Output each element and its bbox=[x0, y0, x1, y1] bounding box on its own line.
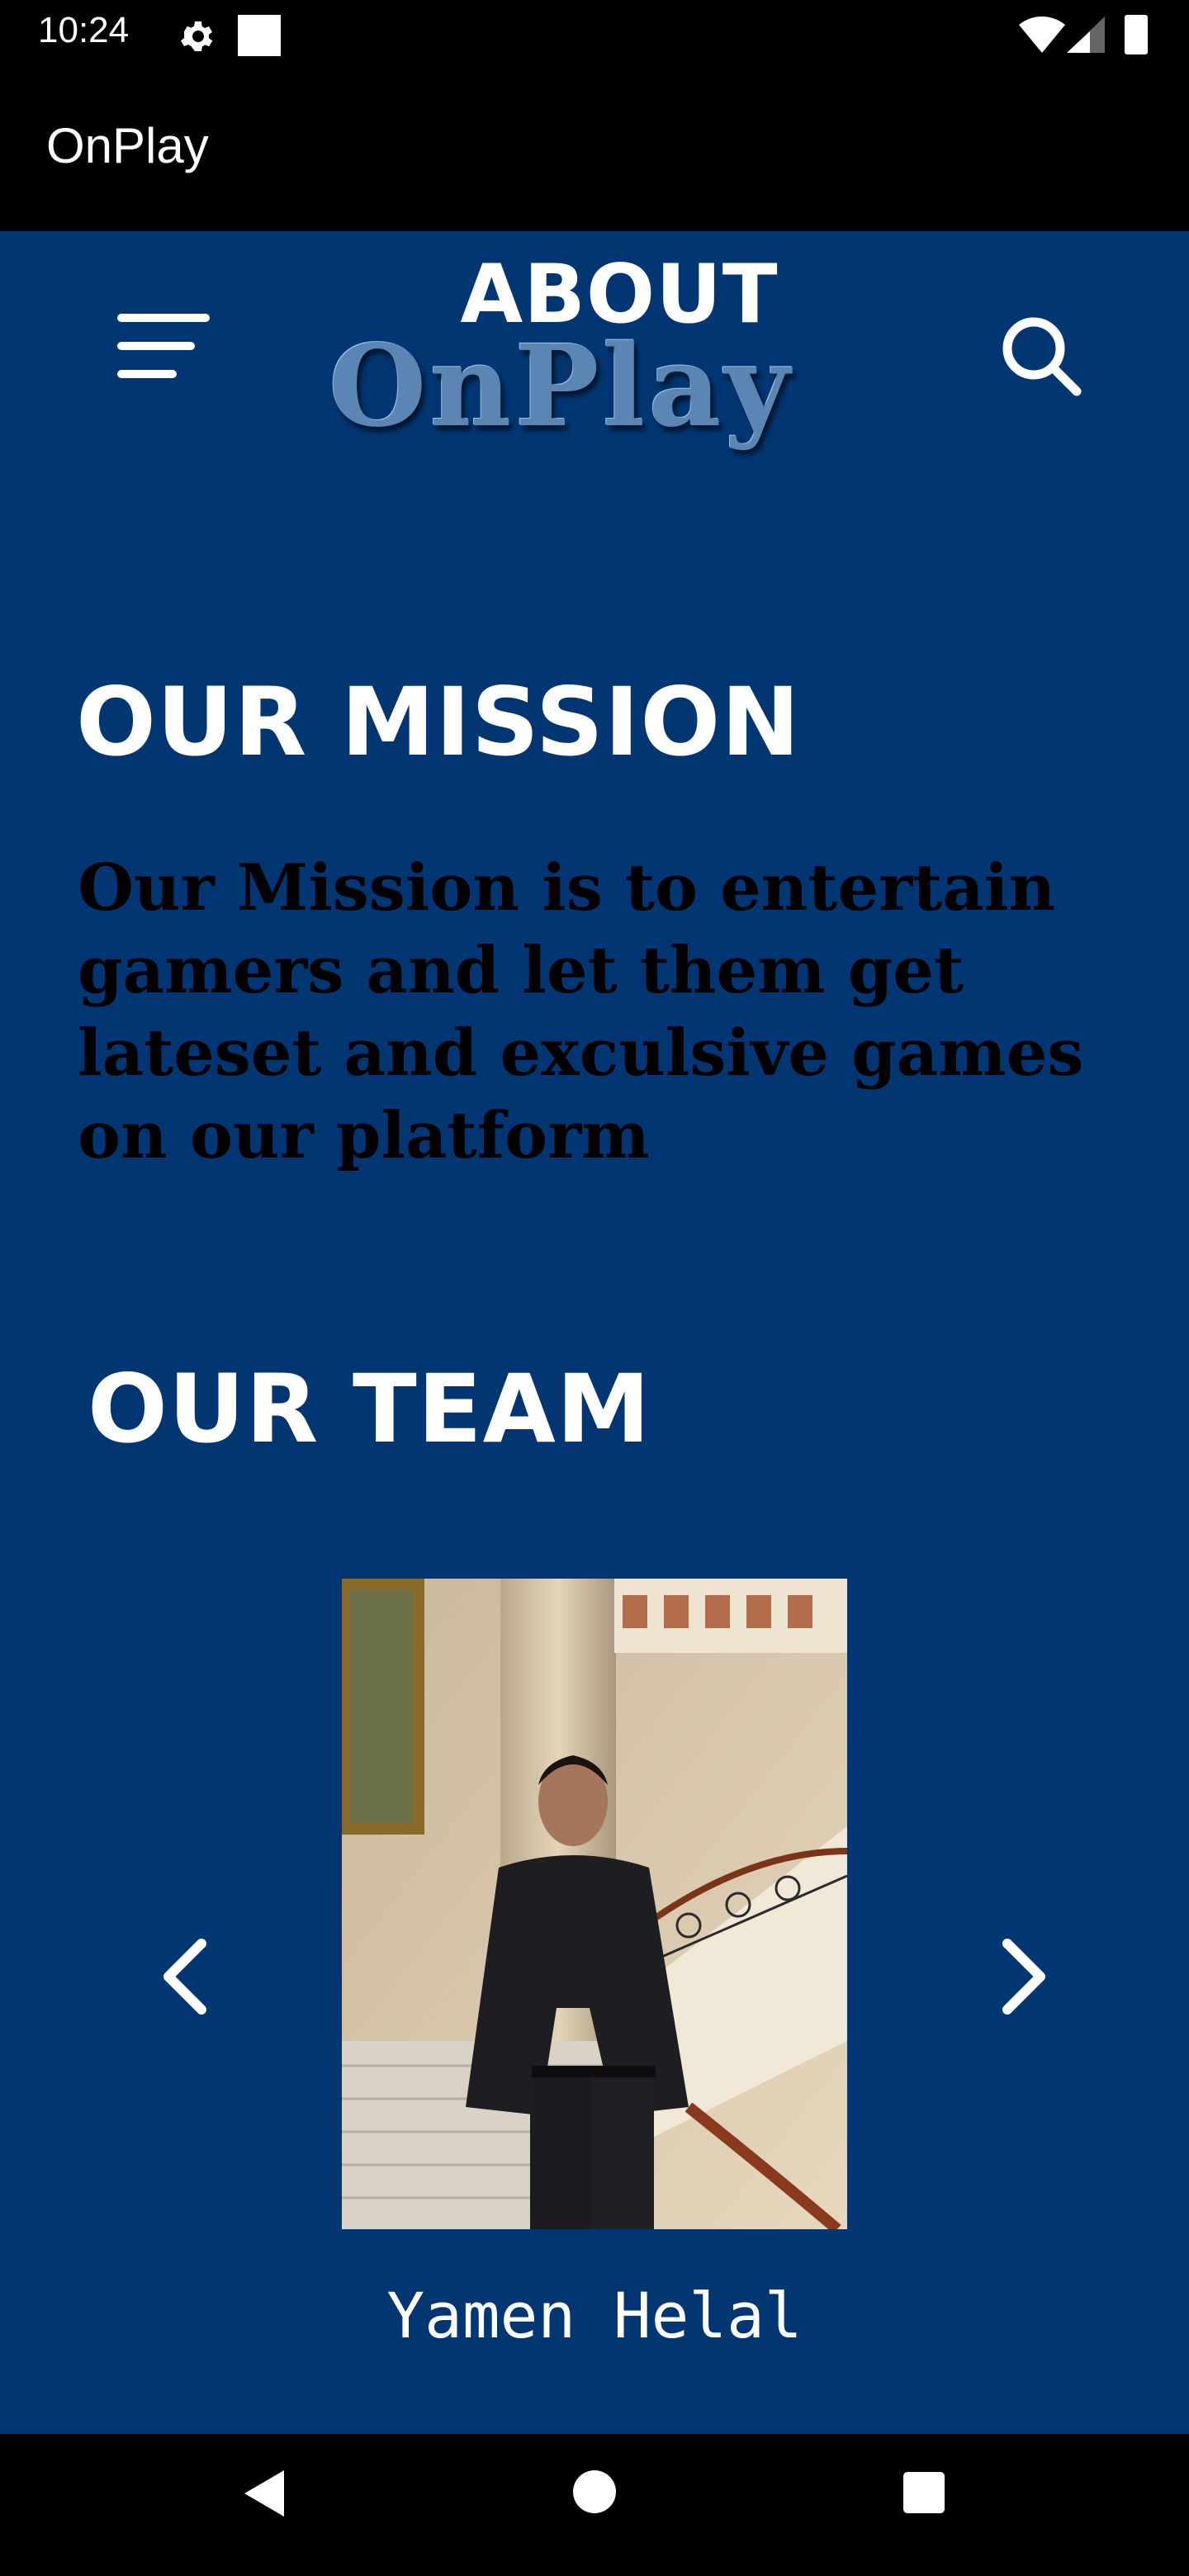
app-title: OnPlay bbox=[46, 118, 209, 173]
mission-text: Our Mission is to entertain gamers and l… bbox=[78, 850, 1084, 1173]
square-notification-icon bbox=[238, 15, 281, 56]
team-member-name: Yamen Helal bbox=[386, 2279, 803, 2352]
wifi-icon bbox=[1019, 17, 1065, 53]
home-icon[interactable] bbox=[573, 2470, 616, 2513]
app-bar: OnPlay bbox=[0, 69, 1189, 231]
back-icon[interactable] bbox=[241, 2467, 287, 2520]
chevron-left-icon[interactable] bbox=[152, 1934, 215, 2020]
chevron-right-icon[interactable] bbox=[994, 1934, 1057, 2020]
settings-icon bbox=[181, 21, 213, 51]
system-nav-bar bbox=[0, 2434, 1189, 2576]
team-heading: OUR TEAM bbox=[88, 1354, 651, 1464]
battery-icon bbox=[1125, 15, 1148, 54]
status-bar: 10:24 bbox=[0, 0, 1189, 69]
status-time: 10:24 bbox=[38, 10, 130, 50]
page-title: ABOUT bbox=[460, 248, 779, 342]
recents-icon[interactable] bbox=[903, 2472, 945, 2513]
team-member-photo bbox=[342, 1579, 847, 2229]
signal-icon bbox=[1067, 17, 1105, 53]
mission-heading: OUR MISSION bbox=[76, 667, 801, 777]
